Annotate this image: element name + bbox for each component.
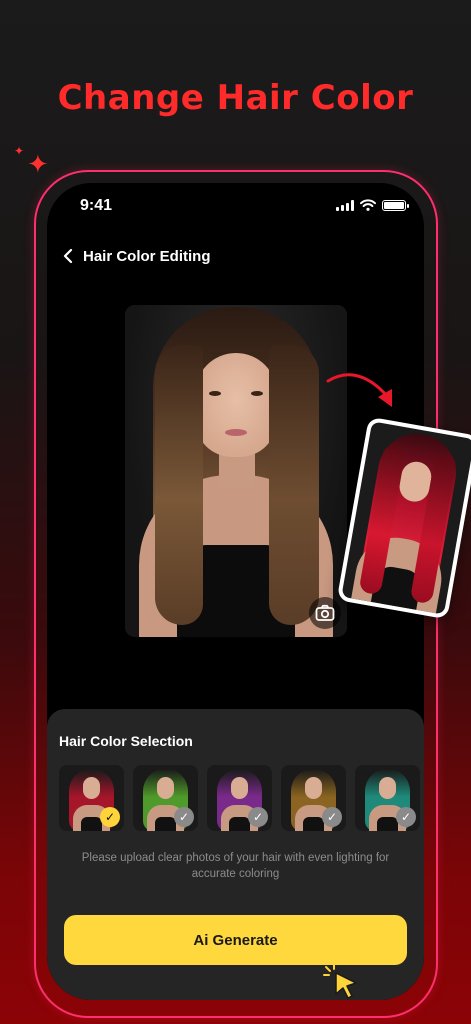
hair-color-swatch-teal[interactable]: ✓ xyxy=(355,765,420,831)
panel-title: Hair Color Selection xyxy=(59,733,193,749)
check-icon: ✓ xyxy=(174,807,194,827)
status-time: 9:41 xyxy=(80,197,113,214)
hair-color-swatch-golden-brown[interactable]: ✓ xyxy=(281,765,346,831)
sparkle-small-icon: ✦ xyxy=(14,144,25,158)
check-icon: ✓ xyxy=(396,807,416,827)
pointer-cursor-icon xyxy=(323,963,357,999)
hair-color-swatch-green[interactable]: ✓ xyxy=(133,765,198,831)
back-chevron-icon xyxy=(63,248,73,264)
ai-generate-button[interactable]: Ai Generate xyxy=(64,915,407,965)
camera-icon xyxy=(315,604,335,621)
back-button[interactable] xyxy=(57,243,79,269)
upload-hint: Please upload clear photos of your hair … xyxy=(81,852,390,880)
curved-arrow-icon xyxy=(326,373,392,407)
hair-color-swatch-red[interactable]: ✓ xyxy=(59,765,124,831)
status-icons xyxy=(336,199,409,211)
wifi-icon xyxy=(360,199,376,211)
check-icon: ✓ xyxy=(248,807,268,827)
check-icon: ✓ xyxy=(100,807,120,827)
battery-icon xyxy=(382,199,409,211)
page-title: Hair Color Editing xyxy=(83,247,211,265)
change-photo-button[interactable] xyxy=(309,597,341,629)
check-icon: ✓ xyxy=(322,807,342,827)
hair-color-panel: Hair Color Selection ✓ ✓ ✓ ✓ ✓ Please upload… xyxy=(47,709,424,1000)
hair-color-swatch-purple[interactable]: ✓ xyxy=(207,765,272,831)
color-swatches: ✓ ✓ ✓ ✓ ✓ xyxy=(59,765,420,831)
promo-headline: Change Hair Color xyxy=(57,78,414,118)
sparkle-icon: ✦ xyxy=(27,150,49,180)
uploaded-photo[interactable] xyxy=(125,305,347,637)
nav-bar: Hair Color Editing xyxy=(57,243,211,269)
signal-icon xyxy=(336,199,354,211)
